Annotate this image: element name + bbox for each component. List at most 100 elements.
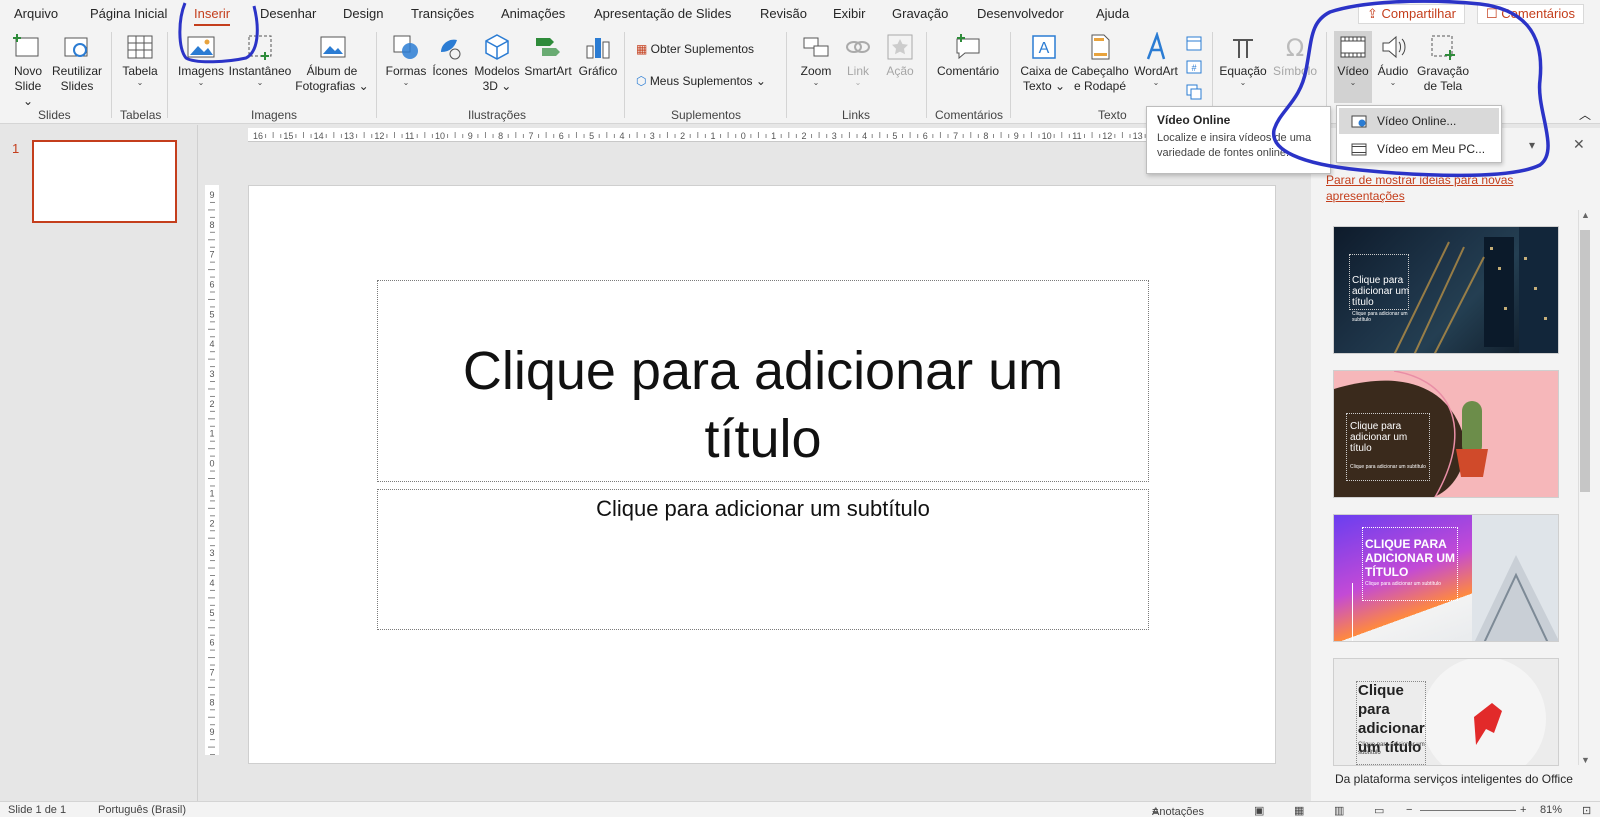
tab-desenvolvedor[interactable]: Desenvolvedor [977,6,1064,21]
tab-animacoes[interactable]: Animações [501,6,565,21]
slide-number-button[interactable]: # [1184,58,1204,80]
menu-item-video-from-pc[interactable]: Vídeo em Meu PC... [1339,136,1499,162]
horizontal-ruler[interactable]: 16 15 14 13 12 11 10 9 8 7 6 5 4 3 2 1 0 1 2 3 4 5 6 7 8 9 10 11 12 1… [248,128,1258,142]
tab-arquivo[interactable]: Arquivo [14,6,58,21]
wordart-button[interactable]: WordArt ⌄ [1130,32,1182,87]
ribbon-separator [111,32,112,118]
group-label-slides: Slides [38,108,71,122]
reuse-slides-button[interactable]: Reutilizar Slides [50,32,104,94]
vertical-ruler[interactable]: 9 8 7 6 5 4 3 2 1 0 1 2 3 4 5 6 7 8 9 [205,185,219,756]
header-footer-button[interactable]: Cabeçalho e Rodapé [1070,32,1130,94]
tab-ajuda[interactable]: Ajuda [1096,6,1129,21]
ruler-tick-label: 0 [209,459,214,469]
slide-thumbnail[interactable] [32,140,177,223]
video-button[interactable]: Vídeo ⌄ [1334,32,1372,87]
pane-options-button[interactable]: ▾ [1529,138,1535,152]
close-pane-button[interactable]: ✕ [1573,136,1585,153]
zoom-level[interactable]: 81% [1540,804,1562,816]
screen-recording-button[interactable]: Gravação de Tela [1414,32,1472,94]
symbol-button[interactable]: Ω Símbolo [1270,32,1320,79]
design-idea-card[interactable]: Clique para adicionar um título Clique p… [1333,226,1559,354]
zoom-out-button[interactable]: − [1406,804,1412,816]
tab-gravacao[interactable]: Gravação [892,6,948,21]
film-icon [1340,36,1366,58]
design-idea-card[interactable]: Clique para adicionar um título Clique p… [1333,658,1559,766]
stop-showing-ideas-link[interactable]: Parar de mostrar ideias para novas apres… [1326,172,1536,204]
cube-icon [485,34,509,60]
equation-button[interactable]: Equação ⌄ [1218,32,1268,87]
chart-button[interactable]: Gráfico [576,32,620,79]
zoom-button[interactable]: Zoom ⌄ [796,32,836,87]
zoom-slider[interactable] [1420,810,1516,811]
new-slide-button[interactable]: Novo Slide ⌄ [8,32,48,109]
zoom-in-button[interactable]: + [1520,804,1526,816]
images-button[interactable]: Imagens ⌄ [176,32,226,87]
ribbon-separator [1010,32,1011,118]
screenshot-button[interactable]: Instantâneo ⌄ [228,32,292,87]
icons-button[interactable]: Ícones [430,32,470,79]
scrollbar-thumb[interactable] [1580,230,1590,492]
group-label-imagens: Imagens [251,108,298,122]
tab-transicoes[interactable]: Transições [411,6,474,21]
get-addins-button[interactable]: ▦ Obter Suplementos [636,42,776,57]
audio-button[interactable]: Áudio ⌄ [1374,32,1412,87]
action-button[interactable]: Ação [880,32,920,79]
ruler-tick-label: 1 [710,131,715,141]
ruler-tick-label: 14 [314,131,324,141]
tab-inserir[interactable]: Inserir [194,6,231,26]
collapse-ribbon-button[interactable]: ︿ [1578,108,1592,123]
my-addins-button[interactable]: ⬡ Meus Suplementos ⌄ [636,74,778,89]
date-time-button[interactable] [1184,34,1204,56]
table-button[interactable]: Tabela ⌄ [118,32,162,87]
ruler-tick-label: 10 [435,131,445,141]
3d-models-button[interactable]: Modelos 3D ⌄ [472,32,522,94]
ruler-tick-label: 3 [832,131,837,141]
omega-icon: Ω [1286,34,1304,62]
title-placeholder[interactable]: Clique para adicionar um título [377,280,1149,482]
shapes-button[interactable]: Formas ⌄ [384,32,428,87]
design-idea-card[interactable]: Clique para adicionar um título Clique p… [1333,370,1559,498]
screenshot-icon [248,35,272,60]
reading-view-button[interactable]: ▥ [1334,804,1344,817]
tab-exibir[interactable]: Exibir [833,6,866,21]
ruler-tick-label: 4 [209,339,214,349]
calendar-icon [1186,36,1202,51]
slideshow-button[interactable]: ▭ [1374,804,1384,817]
tab-apresentacao[interactable]: Apresentação de Slides [594,6,731,21]
text-box-button[interactable]: A Caixa de Texto ⌄ [1018,32,1070,94]
video-online-tooltip: Vídeo Online Localize e insira vídeos de… [1146,106,1331,174]
ruler-tick-label: 2 [209,518,214,528]
object-button[interactable] [1184,82,1204,104]
normal-view-button[interactable]: ▣ [1254,804,1264,817]
group-label-suplementos: Suplementos [671,108,742,122]
slide-canvas[interactable]: Clique para adicionar um título Clique p… [248,185,1276,764]
tab-revisao[interactable]: Revisão [760,6,807,21]
scroll-up-icon[interactable]: ▲ [1581,210,1590,220]
fit-slide-button[interactable]: ⊡ [1582,804,1591,817]
slide-sorter-button[interactable]: ▦ [1294,804,1304,817]
ruler-tick-label: 3 [650,131,655,141]
subtitle-placeholder[interactable]: Clique para adicionar um subtítulo [377,489,1149,630]
ruler-tick-label: 3 [209,369,214,379]
slide-thumbnail-pane: 1 [0,125,198,801]
tab-pagina-inicial[interactable]: Página Inicial [90,6,167,21]
group-label-ilustracoes: Ilustrações [468,108,527,122]
zoom-icon [803,37,829,57]
tab-desenhar[interactable]: Desenhar [260,6,316,21]
tooltip-title: Vídeo Online [1157,113,1231,127]
photo-album-button[interactable]: Álbum de Fotografias ⌄ [294,32,370,94]
menu-item-online-video[interactable]: Vídeo Online... [1339,108,1499,134]
language-indicator[interactable]: Português (Brasil) [98,804,186,816]
link-button[interactable]: Link ⌄ [838,32,878,87]
design-idea-card[interactable]: CLIQUE PARA ADICIONAR UM TÍTULO Clique p… [1333,514,1559,642]
tab-design[interactable]: Design [343,6,383,21]
photo-album-icon [320,36,346,58]
scroll-down-icon[interactable]: ▼ [1581,755,1590,765]
screen-recording-icon [1431,35,1455,60]
smartart-icon [536,38,560,56]
smartart-button[interactable]: SmartArt [522,32,574,79]
share-button[interactable]: ⇪ Compartilhar [1358,4,1465,24]
comments-button[interactable]: ☐ Comentários [1477,4,1584,24]
designer-scrollbar[interactable]: ▲ ▼ [1578,210,1592,765]
comment-button[interactable]: Comentário [936,32,1000,79]
